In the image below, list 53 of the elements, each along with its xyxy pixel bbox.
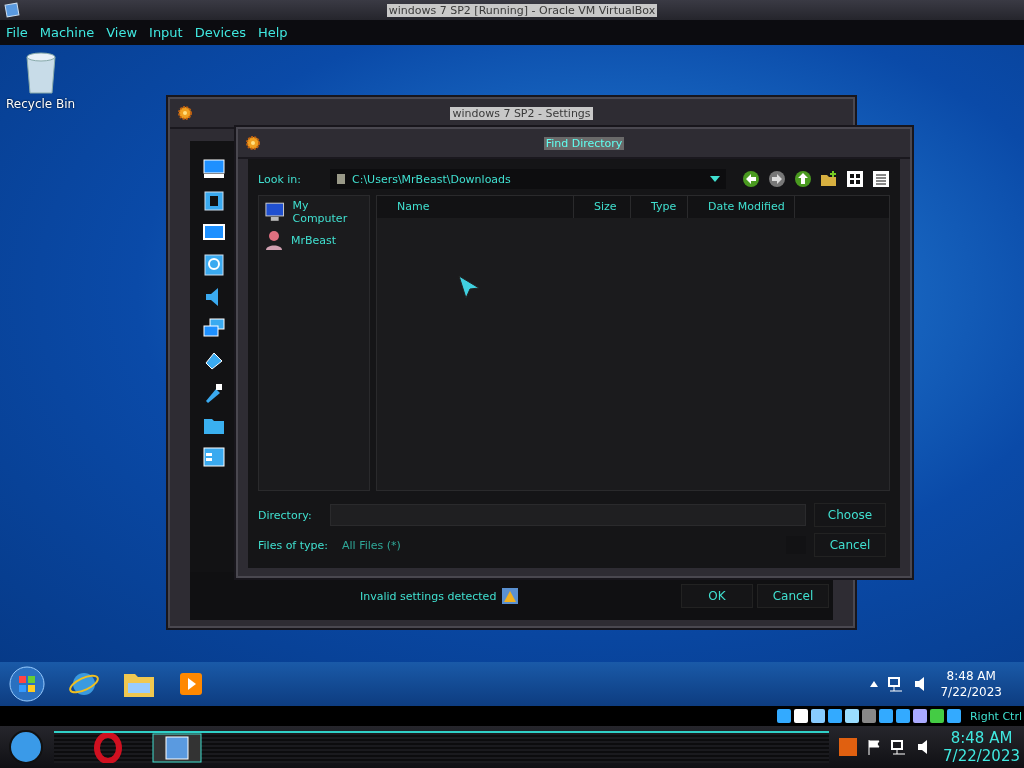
directory-label: Directory: — [258, 508, 313, 522]
network-icon[interactable] — [888, 676, 905, 692]
place-item[interactable]: MrBeast — [291, 233, 337, 247]
ring-icon[interactable] — [94, 733, 122, 763]
menu-item[interactable]: File — [0, 25, 34, 40]
drive-icon — [336, 173, 346, 185]
look-in-label: Look in: — [258, 172, 302, 186]
window-icon[interactable] — [202, 445, 226, 469]
computer-icon — [263, 201, 287, 223]
clock-date[interactable]: 7/22/2023 — [943, 747, 1020, 765]
window-title: Find Directory — [543, 136, 625, 150]
dialog-button[interactable]: Cancel — [757, 584, 829, 608]
column-header[interactable]: Date Modified — [688, 196, 795, 218]
list-view-icon[interactable] — [872, 170, 890, 188]
clock-time[interactable]: 8:48 AM — [946, 669, 996, 683]
up-icon[interactable] — [794, 170, 812, 188]
grid-view-icon[interactable] — [846, 170, 864, 188]
desktop-icon-label[interactable]: Recycle Bin — [6, 97, 76, 111]
menu-item[interactable]: Devices — [188, 25, 252, 40]
gear-icon — [246, 136, 260, 150]
menu-item[interactable]: View — [100, 25, 144, 40]
choose-button[interactable]: Choose — [814, 503, 886, 527]
clock-date[interactable]: 7/22/2023 — [940, 685, 1002, 699]
clock-time[interactable]: 8:48 AM — [950, 729, 1013, 747]
menu-item[interactable]: Input — [143, 25, 189, 40]
new-folder-icon[interactable] — [820, 170, 838, 188]
flag-icon[interactable] — [867, 739, 882, 755]
gear-icon — [178, 106, 192, 120]
cancel-button[interactable]: Cancel — [814, 533, 886, 557]
host-key-label: Right Ctrl — [969, 709, 1022, 723]
media-player-icon[interactable] — [178, 671, 204, 697]
menu-item[interactable]: Machine — [33, 25, 101, 40]
file-type-dropdown[interactable]: All Files (*) — [336, 535, 806, 555]
up-arrow-icon[interactable] — [870, 681, 879, 687]
monitor-icon[interactable] — [202, 157, 226, 181]
user-icon — [263, 229, 285, 251]
status-message: Invalid settings detected — [360, 589, 497, 603]
column-header[interactable]: Type — [631, 196, 688, 218]
dialog-button[interactable]: OK — [681, 584, 753, 608]
forward-icon[interactable] — [768, 170, 786, 188]
back-icon[interactable] — [742, 170, 760, 188]
column-header[interactable]: Name — [377, 196, 574, 218]
start-icon[interactable] — [8, 729, 44, 765]
place-item[interactable]: My Computer — [292, 199, 365, 225]
warning-icon — [502, 588, 519, 604]
files-of-type-label: Files of type: — [258, 538, 328, 552]
window-title: windows 7 SP2 [Running] - Oracle VM VirtualBox — [386, 3, 658, 17]
menu-item[interactable]: Help — [251, 25, 294, 40]
column-header[interactable]: Size — [574, 196, 631, 218]
look-in-dropdown[interactable]: C:\Users\MrBeast\Downloads — [330, 169, 726, 189]
window-title: windows 7 SP2 - Settings — [450, 106, 593, 120]
network-icon[interactable] — [891, 739, 908, 755]
dropdown-arrow-icon[interactable] — [710, 176, 720, 182]
